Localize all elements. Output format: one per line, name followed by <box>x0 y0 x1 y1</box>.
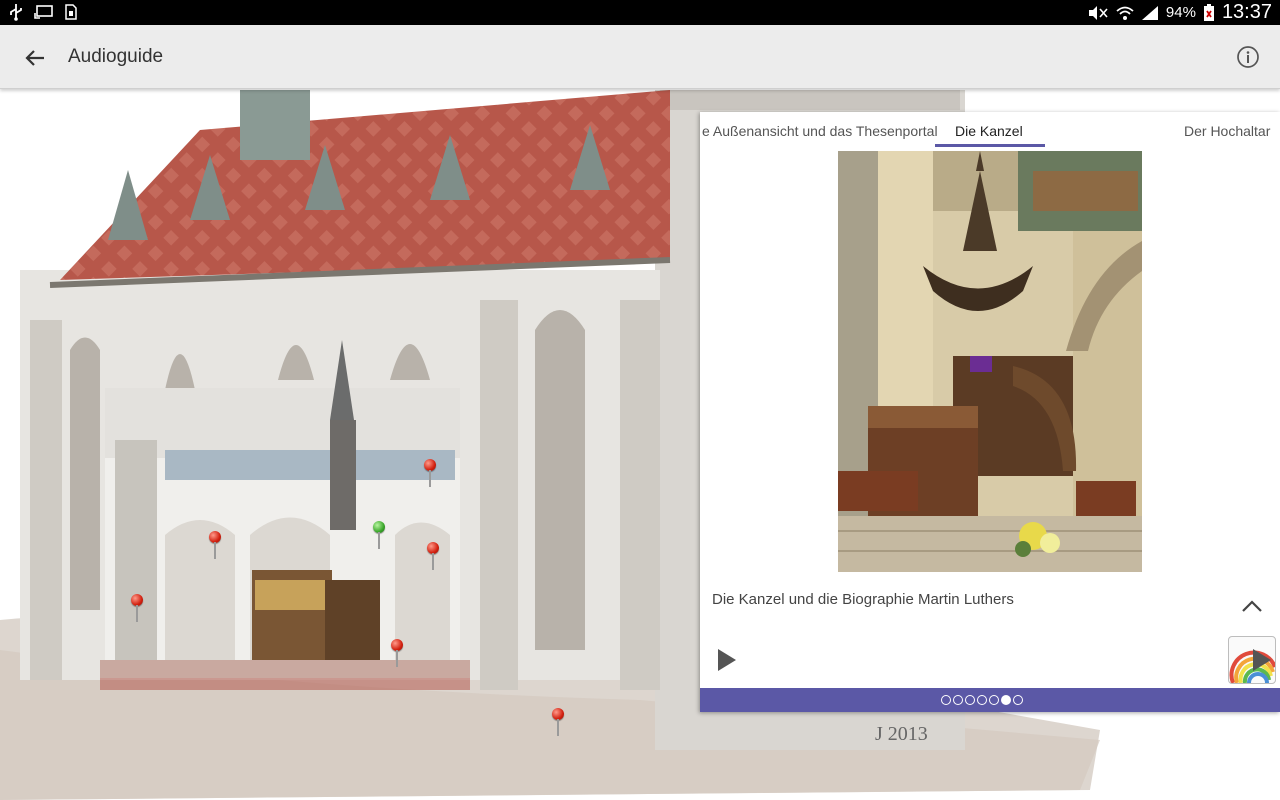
pager-dot[interactable] <box>1013 695 1023 705</box>
station-pager <box>700 688 1280 712</box>
chevron-up-icon <box>1242 600 1262 612</box>
pager-dots <box>941 695 1023 705</box>
app-bar: Audioguide <box>0 25 1280 89</box>
mute-icon <box>1088 5 1108 20</box>
sim-icon <box>65 4 77 20</box>
map-pin[interactable] <box>426 542 440 572</box>
pager-dot[interactable] <box>977 695 987 705</box>
map-pin[interactable] <box>551 708 565 738</box>
station-panel: e Außenansicht und das Thesenportal Die … <box>700 112 1280 712</box>
status-time: 13:37 <box>1221 1 1272 23</box>
pager-dot[interactable] <box>965 695 975 705</box>
info-icon <box>1237 46 1259 68</box>
arrow-back-icon <box>25 50 44 66</box>
pager-dot[interactable] <box>941 695 951 705</box>
station-tabs: e Außenansicht und das Thesenportal Die … <box>700 112 1280 148</box>
map-pin[interactable] <box>423 459 437 489</box>
tab-aussenansicht[interactable]: e Außenansicht und das Thesenportal <box>702 123 938 139</box>
tab-der-hochaltar[interactable]: Der Hochaltar <box>1184 123 1270 139</box>
app-promo-button[interactable] <box>1228 636 1276 684</box>
page-title: Audioguide <box>68 46 164 67</box>
info-button[interactable] <box>1236 45 1260 69</box>
tab-die-kanzel[interactable]: Die Kanzel <box>955 123 1023 139</box>
play-icon <box>718 649 736 671</box>
map-pin[interactable] <box>208 531 222 561</box>
pager-dot[interactable] <box>989 695 999 705</box>
station-photo[interactable] <box>838 151 1142 572</box>
map-pin[interactable] <box>390 639 404 669</box>
back-button[interactable] <box>20 43 50 73</box>
battery-percent: 94% <box>1165 4 1196 21</box>
status-bar: 94% 13:37 <box>0 0 1280 25</box>
pager-dot[interactable] <box>1001 695 1011 705</box>
map-pin[interactable] <box>130 594 144 624</box>
pulpit-photo-image <box>838 151 1142 572</box>
signal-icon <box>1141 5 1158 20</box>
map-pin-active[interactable] <box>372 521 386 551</box>
rainbow-play-icon <box>1229 649 1275 683</box>
status-left-icons <box>8 3 78 21</box>
usb-icon <box>10 4 22 21</box>
artist-signature: J 2013 <box>875 723 928 745</box>
status-right-icons: 94% 13:37 <box>1087 1 1272 24</box>
wifi-icon <box>1116 6 1134 20</box>
play-button[interactable] <box>714 646 740 674</box>
expand-button[interactable] <box>1238 596 1266 616</box>
active-tab-indicator <box>935 144 1045 147</box>
cast-icon <box>34 5 53 19</box>
pager-dot[interactable] <box>953 695 963 705</box>
station-caption: Die Kanzel und die Biographie Martin Lut… <box>712 591 1014 608</box>
battery-icon <box>1203 3 1214 21</box>
